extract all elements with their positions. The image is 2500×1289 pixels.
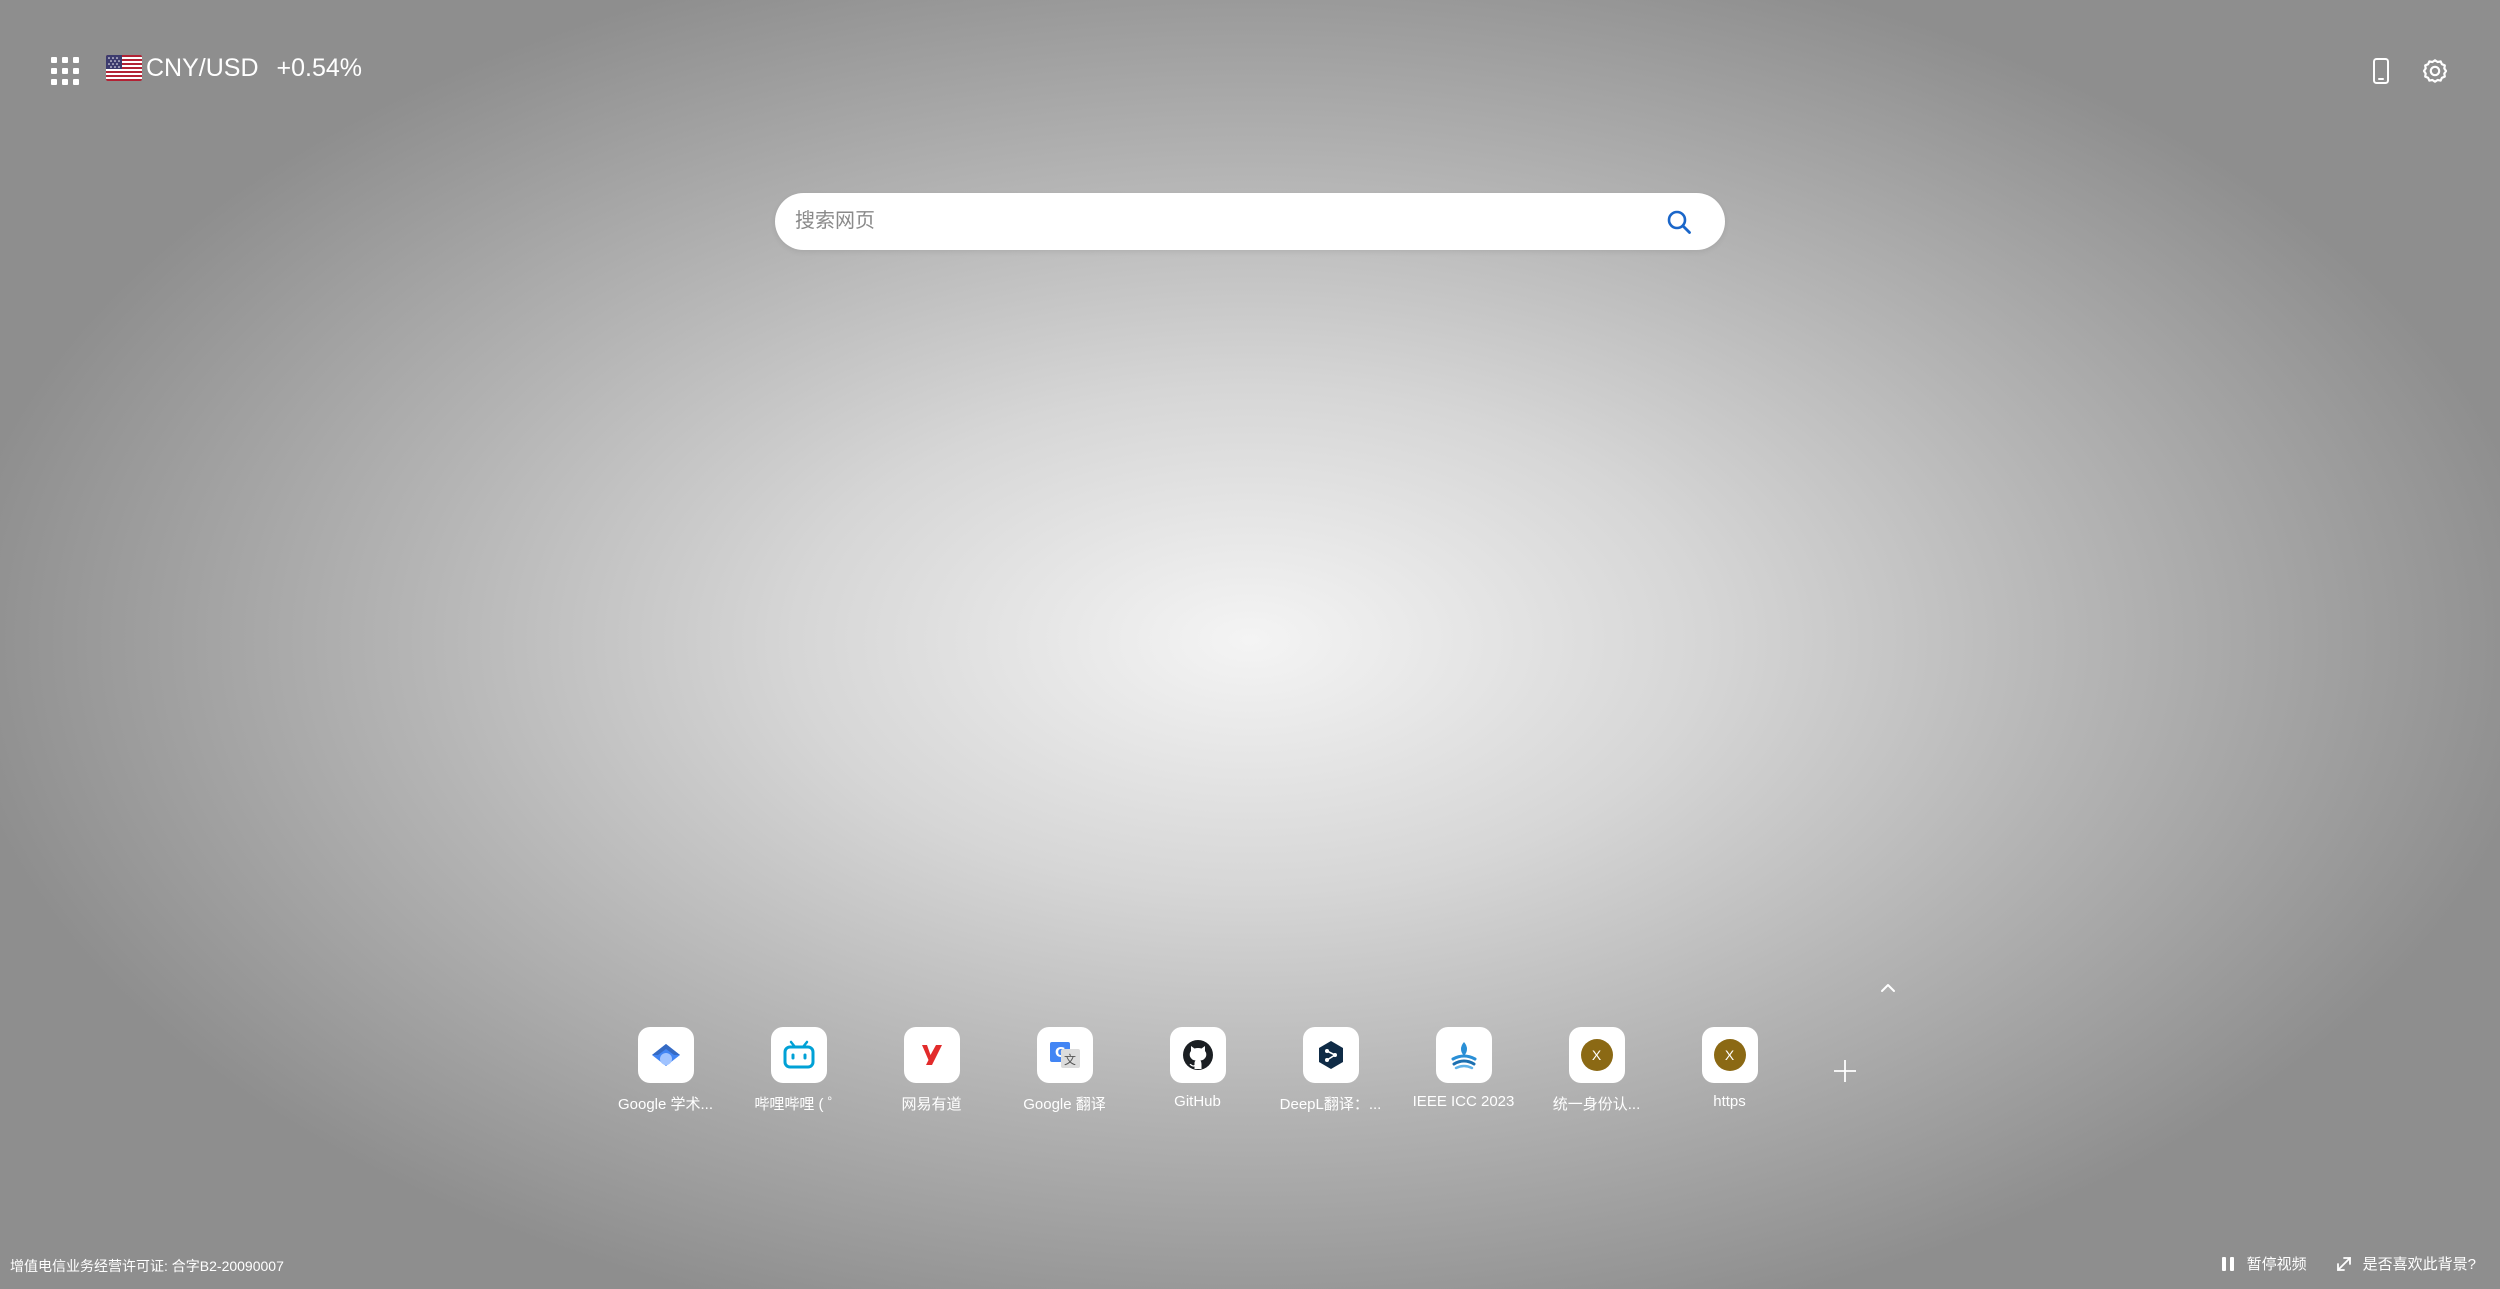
github-icon: [1169, 1027, 1226, 1083]
shortcut-github[interactable]: GitHub: [1131, 1027, 1264, 1114]
deepl-icon: [1302, 1027, 1359, 1083]
chevron-up-icon[interactable]: [1876, 976, 1900, 1000]
shortcut-label: GitHub: [1174, 1093, 1221, 1110]
search-bar: [775, 193, 1725, 250]
license-text: 增值电信业务经营许可证: 合字B2-20090007: [10, 1258, 284, 1274]
badge-letter: X: [1580, 1039, 1613, 1071]
mobile-phone-icon[interactable]: [2364, 54, 2398, 88]
apps-grid-icon[interactable]: [50, 56, 80, 86]
background-feedback-label: 是否喜欢此背景?: [2362, 1256, 2476, 1273]
shortcut-google-scholar[interactable]: Google 学术...: [599, 1027, 732, 1114]
ieee-icc-icon: [1435, 1027, 1492, 1083]
svg-text:文: 文: [1064, 1052, 1076, 1067]
shortcut-row: Google 学术... 哔哩哔哩 ( ゜ 网易有道 G 文 Google 翻译…: [599, 1027, 1796, 1114]
shortcut-label: 哔哩哔哩 ( ゜: [754, 1096, 843, 1113]
background-controls: 暂停视频 是否喜欢此背景?: [2219, 1253, 2476, 1274]
shortcut-label: https: [1713, 1093, 1746, 1110]
expand-icon: [2335, 1255, 2353, 1273]
pause-video-label: 暂停视频: [2246, 1256, 2307, 1273]
shortcut-label: 统一身份认...: [1552, 1096, 1641, 1113]
background-feedback-button[interactable]: 是否喜欢此背景?: [2335, 1253, 2476, 1274]
currency-widget[interactable]: CNY/USD +0.54%: [106, 52, 362, 84]
add-shortcut-icon[interactable]: [1832, 1058, 1858, 1084]
shortcut-deepl[interactable]: DeepL翻译：...: [1264, 1027, 1397, 1114]
google-translate-icon: G 文: [1036, 1027, 1093, 1083]
shortcut-youdao[interactable]: 网易有道: [865, 1027, 998, 1114]
shortcut-bilibili[interactable]: 哔哩哔哩 ( ゜: [732, 1027, 865, 1114]
pause-video-button[interactable]: 暂停视频: [2219, 1253, 2307, 1274]
currency-pair: CNY/USD: [146, 53, 259, 82]
shortcut-label: IEEE ICC 2023: [1412, 1093, 1515, 1110]
us-flag-icon: [106, 55, 142, 81]
search-input[interactable]: [775, 209, 1659, 234]
shortcut-https[interactable]: X https: [1663, 1027, 1796, 1114]
shortcut-ieee-icc[interactable]: IEEE ICC 2023: [1397, 1027, 1530, 1114]
shortcut-unified-auth[interactable]: X 统一身份认...: [1530, 1027, 1663, 1114]
shortcut-label: Google 翻译: [1023, 1096, 1106, 1113]
currency-change: +0.54%: [276, 53, 363, 82]
youdao-icon: [903, 1027, 960, 1083]
gear-icon[interactable]: [2418, 54, 2452, 88]
google-scholar-icon: [637, 1027, 694, 1083]
search-icon[interactable]: [1659, 202, 1699, 242]
shortcut-google-translate[interactable]: G 文 Google 翻译: [998, 1027, 1131, 1114]
badge-letter: X: [1713, 1039, 1746, 1071]
shortcut-label: Google 学术...: [617, 1096, 714, 1113]
x-badge-icon: X: [1568, 1027, 1625, 1083]
pause-icon: [2219, 1255, 2237, 1273]
shortcut-label: DeepL翻译：...: [1279, 1096, 1382, 1113]
x-badge-icon: X: [1701, 1027, 1758, 1083]
bilibili-icon: [770, 1027, 827, 1083]
shortcut-label: 网易有道: [901, 1096, 962, 1113]
